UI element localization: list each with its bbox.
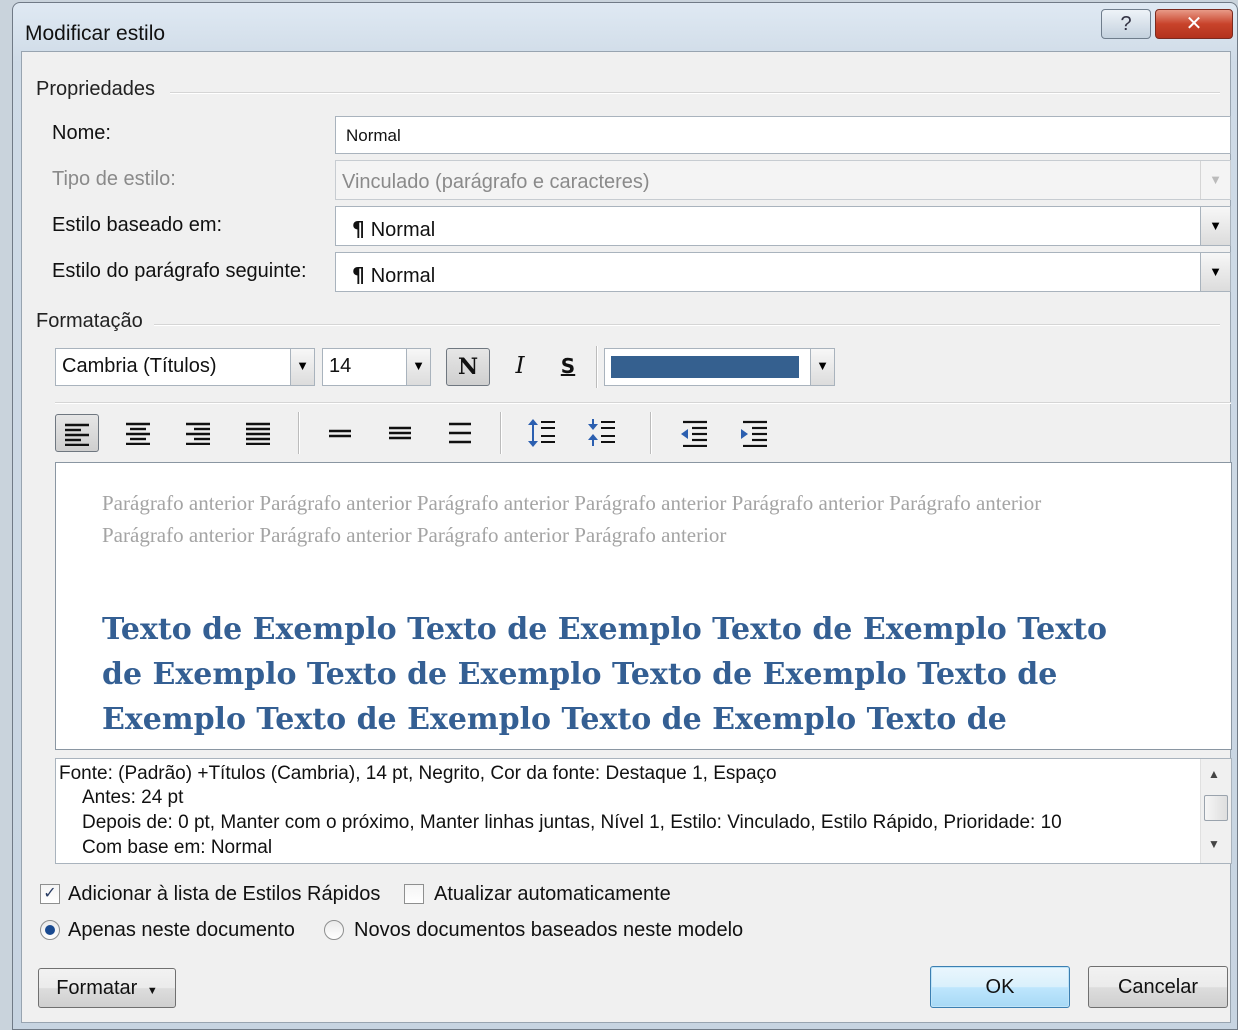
dialog-body: Propriedades Nome: Normal Tipo de estilo…: [21, 51, 1232, 1023]
justify-button[interactable]: [238, 414, 278, 452]
only-this-document-label: Apenas neste documento: [68, 919, 295, 941]
style-description: Fonte: (Padrão) +Títulos (Cambria), 14 p…: [55, 758, 1232, 864]
previous-paragraph-preview: Parágrafo anterior Parágrafo anterior Pa…: [102, 491, 1042, 547]
bold-icon: N: [457, 354, 479, 380]
chevron-down-icon[interactable]: ▼: [810, 349, 834, 385]
chevron-down-icon: ▼: [1200, 161, 1230, 199]
format-button-label: Formatar: [56, 977, 138, 999]
toolbar-separator: [298, 412, 300, 454]
auto-update-checkbox[interactable]: [404, 884, 424, 904]
align-left-icon: [65, 423, 89, 447]
auto-update-label: Atualizar automaticamente: [434, 883, 671, 905]
justify-icon: [246, 422, 270, 446]
dialog-title: Modificar estilo: [25, 22, 166, 45]
decrease-indent-button[interactable]: [674, 414, 714, 452]
chevron-down-icon[interactable]: ▼: [406, 349, 430, 385]
font-size-value: 14: [329, 355, 352, 377]
one-half-spacing-button[interactable]: [380, 414, 420, 452]
ok-button[interactable]: OK: [930, 966, 1070, 1008]
style-type-value: Vinculado (parágrafo e caracteres): [342, 171, 650, 193]
style-type-select[interactable]: Vinculado (parágrafo e caracteres) ▼: [335, 160, 1231, 200]
single-spacing-button[interactable]: [320, 414, 360, 452]
scroll-up-icon[interactable]: ▲: [1208, 767, 1220, 781]
radio-selected-dot: [45, 925, 55, 935]
scroll-down-icon[interactable]: ▼: [1208, 837, 1220, 851]
based-on-value: Normal: [370, 219, 436, 241]
name-label: Nome:: [52, 122, 111, 144]
close-icon: ✕: [1185, 13, 1203, 35]
increase-spacing-button[interactable]: [522, 414, 562, 452]
description-line: Com base em: Normal: [82, 837, 273, 858]
style-type-label: Tipo de estilo:: [52, 168, 176, 190]
dropdown-arrow-icon: ▼: [146, 985, 158, 997]
pilcrow-icon: ¶: [352, 217, 365, 241]
pilcrow-icon: ¶: [352, 263, 365, 287]
close-button[interactable]: ✕: [1155, 9, 1233, 39]
description-line: Fonte: (Padrão) +Títulos (Cambria), 14 p…: [59, 763, 777, 784]
decrease-paragraph-spacing-icon: [588, 419, 615, 446]
bold-button[interactable]: N: [446, 348, 490, 386]
toolbar-separator: [596, 346, 598, 388]
scroll-thumb[interactable]: [1204, 795, 1228, 821]
formatting-group-label: Formatação: [36, 310, 143, 332]
chevron-down-icon[interactable]: ▼: [1200, 207, 1230, 245]
new-documents-radio[interactable]: [324, 920, 344, 940]
align-left-button[interactable]: [55, 414, 99, 452]
next-style-value: Normal: [370, 265, 436, 287]
based-on-select[interactable]: ¶ Normal ▼: [335, 206, 1231, 246]
underline-button[interactable]: S: [548, 348, 588, 386]
align-right-icon: [186, 422, 210, 446]
properties-divider: [170, 92, 1220, 94]
underline-icon: S: [560, 354, 576, 378]
align-right-button[interactable]: [178, 414, 218, 452]
font-size-select[interactable]: 14 ▼: [322, 348, 431, 386]
cancel-button[interactable]: Cancelar: [1088, 966, 1228, 1008]
add-quick-styles-label: Adicionar à lista de Estilos Rápidos: [68, 883, 381, 905]
double-spacing-icon: [449, 422, 471, 444]
italic-button[interactable]: I: [500, 348, 540, 386]
double-spacing-button[interactable]: [440, 414, 480, 452]
single-spacing-icon: [329, 429, 351, 438]
increase-indent-icon: [741, 420, 767, 448]
help-icon: ?: [1120, 13, 1132, 35]
next-style-select[interactable]: ¶ Normal ▼: [335, 252, 1231, 292]
toolbar-divider: [55, 402, 1231, 404]
title-bar: Modificar estilo ? ✕: [13, 3, 1237, 51]
description-line: Depois de: 0 pt, Manter com o próximo, M…: [82, 812, 1062, 833]
italic-icon: I: [515, 353, 525, 379]
based-on-label: Estilo baseado em:: [52, 214, 223, 236]
description-scrollbar[interactable]: ▲ ▼: [1200, 759, 1231, 863]
increase-paragraph-spacing-icon: [528, 419, 555, 447]
one-half-spacing-icon: [389, 426, 411, 440]
sample-text-preview: Texto de Exemplo Texto de Exemplo Texto …: [102, 612, 1107, 749]
add-quick-styles-checkbox[interactable]: ✓: [40, 884, 60, 904]
decrease-indent-icon: [681, 420, 707, 448]
new-documents-label: Novos documentos baseados neste modelo: [354, 919, 744, 941]
format-button[interactable]: Formatar ▼: [38, 968, 176, 1008]
checkmark-icon: ✓: [43, 885, 57, 902]
decrease-spacing-button[interactable]: [582, 414, 622, 452]
font-color-select[interactable]: ▼: [604, 348, 835, 386]
toolbar-separator: [500, 412, 502, 454]
toolbar-separator: [650, 412, 652, 454]
font-value: Cambria (Títulos): [62, 355, 217, 377]
name-input[interactable]: Normal: [335, 116, 1231, 154]
align-center-icon: [126, 422, 150, 446]
description-line: Antes: 24 pt: [82, 787, 184, 808]
help-button[interactable]: ?: [1101, 9, 1151, 39]
next-style-label: Estilo do parágrafo seguinte:: [52, 260, 307, 282]
align-center-button[interactable]: [118, 414, 158, 452]
increase-indent-button[interactable]: [734, 414, 774, 452]
only-this-document-radio[interactable]: [40, 920, 60, 940]
chevron-down-icon[interactable]: ▼: [290, 349, 314, 385]
properties-group-label: Propriedades: [36, 78, 155, 100]
font-select[interactable]: Cambria (Títulos) ▼: [55, 348, 315, 386]
chevron-down-icon[interactable]: ▼: [1200, 253, 1230, 291]
modify-style-dialog: Modificar estilo ? ✕ Propriedades Nome: …: [12, 2, 1238, 1030]
formatting-divider: [154, 324, 1220, 326]
font-color-swatch: [611, 356, 799, 378]
style-preview: Parágrafo anterior Parágrafo anterior Pa…: [55, 462, 1232, 750]
